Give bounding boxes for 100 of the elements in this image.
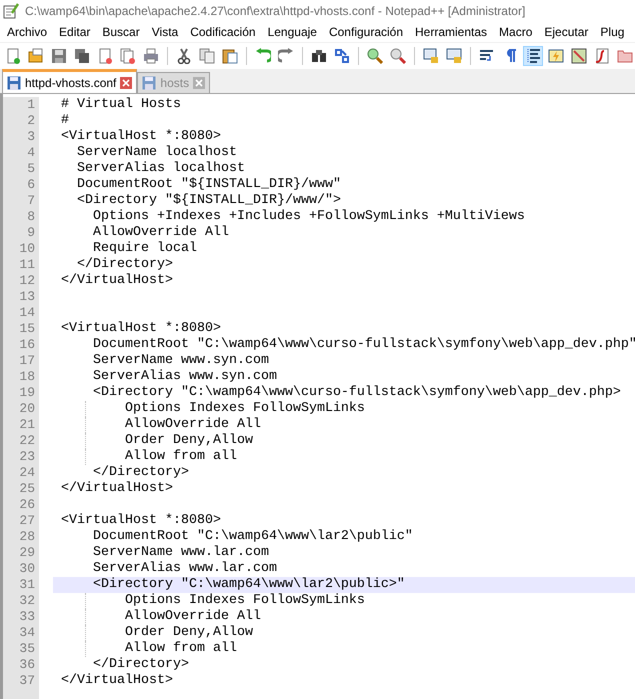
- line-number: 6: [3, 177, 39, 193]
- lock-window-icon[interactable]: [444, 46, 464, 66]
- code-line: </VirtualHost>: [61, 673, 173, 688]
- line-number: 32: [3, 593, 39, 609]
- line-number: 8: [3, 209, 39, 225]
- line-number: 14: [3, 305, 39, 321]
- code-line: </VirtualHost>: [61, 273, 173, 288]
- line-number: 4: [3, 145, 39, 161]
- line-number: 31: [3, 577, 39, 593]
- line-number: 18: [3, 369, 39, 385]
- line-number: 10: [3, 241, 39, 257]
- line-number: 23: [3, 449, 39, 465]
- save-icon: [142, 76, 156, 90]
- lock-window-icon[interactable]: [421, 46, 441, 66]
- save-all-icon[interactable]: [72, 46, 92, 66]
- line-number: 26: [3, 497, 39, 513]
- line-number: 17: [3, 353, 39, 369]
- code-line: <Directory "C:\wamp64\www\lar2\public>": [92, 577, 405, 592]
- line-number: 19: [3, 385, 39, 401]
- line-number: 37: [3, 673, 39, 689]
- code-line: AllowOverride All: [124, 417, 261, 432]
- code-line: DocumentRoot "C:\wamp64\www\lar2\public": [92, 529, 413, 544]
- menu-item[interactable]: Ejecutar: [538, 25, 594, 39]
- line-number: 27: [3, 513, 39, 529]
- line-number: 22: [3, 433, 39, 449]
- code-line: </Directory>: [76, 257, 173, 272]
- menu-item[interactable]: Buscar: [96, 25, 146, 39]
- zoom-out-icon[interactable]: [388, 46, 408, 66]
- file-tab[interactable]: httpd-vhosts.conf: [2, 69, 138, 93]
- line-number: 2: [3, 113, 39, 129]
- line-number: 9: [3, 225, 39, 241]
- line-number: 35: [3, 641, 39, 657]
- line-number: 30: [3, 561, 39, 577]
- save-icon: [7, 76, 21, 90]
- line-number: 16: [3, 337, 39, 353]
- line-number: 11: [3, 257, 39, 273]
- code-line: ServerName www.lar.com: [92, 545, 269, 560]
- print-icon[interactable]: [141, 46, 161, 66]
- menu-item[interactable]: Macro: [493, 25, 538, 39]
- line-number: 33: [3, 609, 39, 625]
- menu-item[interactable]: Vista: [146, 25, 184, 39]
- code-line: </Directory>: [92, 657, 189, 672]
- code-line: AllowOverride All: [124, 609, 261, 624]
- code-line: Require local: [92, 241, 197, 256]
- code-line: <VirtualHost *:8080>: [61, 321, 221, 336]
- close-icon[interactable]: [120, 76, 132, 88]
- code-line: Order Deny,Allow: [124, 625, 253, 640]
- code-line: Allow from all: [124, 449, 237, 464]
- code-line: ServerName www.syn.com: [92, 353, 269, 368]
- code-line: <Directory "${INSTALL_DIR}/www/">: [76, 193, 341, 208]
- line-number: 13: [3, 289, 39, 305]
- code-line: </VirtualHost>: [61, 481, 173, 496]
- line-number: 36: [3, 657, 39, 673]
- line-number-gutter: [3, 689, 39, 699]
- menu-item[interactable]: Herramientas: [409, 25, 494, 39]
- line-number: 21: [3, 417, 39, 433]
- line-number: 1: [3, 97, 39, 113]
- line-number: 5: [3, 161, 39, 177]
- menu-item[interactable]: Archivo: [1, 25, 54, 39]
- line-number: 15: [3, 321, 39, 337]
- code-line: ServerAlias www.lar.com: [92, 561, 277, 576]
- menu-item[interactable]: Editar: [53, 25, 96, 39]
- line-number: 20: [3, 401, 39, 417]
- indent-guide-icon[interactable]: [523, 46, 543, 66]
- line-number: 25: [3, 481, 39, 497]
- line-number: 3: [3, 129, 39, 145]
- code-line: ServerAlias www.syn.com: [92, 369, 277, 384]
- code-line: #: [61, 113, 69, 128]
- code-line: ServerName localhost: [76, 145, 237, 160]
- code-line: <VirtualHost *:8080>: [61, 513, 221, 528]
- notepad-icon: [3, 3, 19, 19]
- line-number: 28: [3, 529, 39, 545]
- code-line: AllowOverride All: [92, 225, 229, 240]
- menu-item[interactable]: Configuración: [322, 25, 410, 39]
- code-line: </Directory>: [92, 465, 189, 480]
- code-line: DocumentRoot "C:\wamp64\www\curso-fullstack\symfony\web\app_dev.php": [92, 337, 635, 352]
- line-number: 7: [3, 193, 39, 209]
- line-number: 12: [3, 273, 39, 289]
- save-icon[interactable]: [49, 46, 69, 66]
- window-title: C:\wamp64\bin\apache\apache2.4.27\conf\extra\httpd-vhosts.conf - Notepad++ [Administrator]: [25, 4, 526, 18]
- code-line: Order Deny,Allow: [124, 433, 253, 448]
- zoom-in-icon[interactable]: [365, 46, 385, 66]
- code-line: Options Indexes FollowSymLinks: [124, 593, 365, 608]
- replace-icon[interactable]: [332, 46, 352, 66]
- code-line: Options Indexes FollowSymLinks: [124, 401, 365, 416]
- code-line: Allow from all: [124, 641, 237, 656]
- code-line: DocumentRoot "${INSTALL_DIR}/www": [76, 177, 341, 192]
- code-line: <VirtualHost *:8080>: [61, 129, 221, 144]
- line-number: 34: [3, 625, 39, 641]
- map-icon[interactable]: [569, 46, 589, 66]
- close-all-icon[interactable]: [118, 46, 138, 66]
- code-line: # Virtual Hosts: [61, 97, 181, 112]
- code-line: ServerAlias localhost: [76, 161, 245, 176]
- code-line: <Directory "C:\wamp64\www\curso-fullstack\symfony\web\app_dev.php>: [92, 385, 621, 400]
- menu-item[interactable]: Lenguaje: [262, 25, 323, 39]
- menu-item[interactable]: Plug: [594, 25, 630, 39]
- line-number: 29: [3, 545, 39, 561]
- menu-item[interactable]: Codificación: [184, 25, 262, 39]
- code-line: Options +Indexes +Includes +FollowSymLinks +MultiViews: [92, 209, 525, 224]
- line-number: 24: [3, 465, 39, 481]
